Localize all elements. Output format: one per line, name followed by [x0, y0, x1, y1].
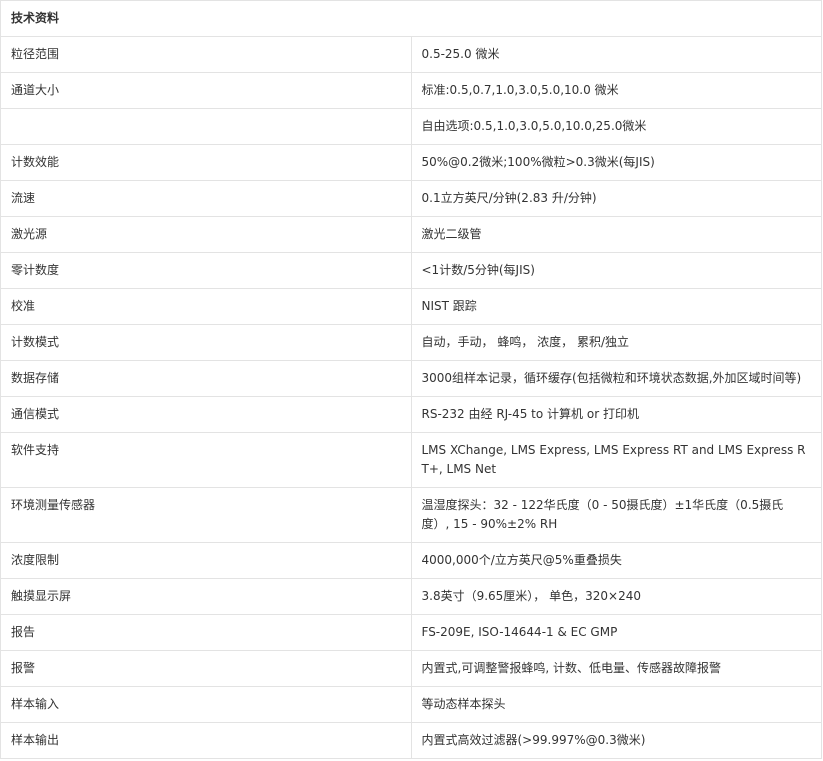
spec-label: 通信模式 [0, 396, 412, 433]
spec-table: 技术资料 粒径范围 0.5-25.0 微米 通道大小 标准:0.5,0.7,1.0,3… [0, 0, 822, 759]
table-row: 粒径范围 0.5-25.0 微米 [0, 36, 822, 73]
spec-value: RS-232 由经 RJ-45 to 计算机 or 打印机 [410, 396, 822, 433]
spec-label: 通道大小 [0, 72, 412, 109]
spec-value: 50%@0.2微米;100%微粒>0.3微米(每JIS) [410, 144, 822, 181]
spec-label: 环境测量传感器 [0, 487, 412, 543]
table-row: 触摸显示屏 3.8英寸（9.65厘米）， 单色，320×240 [0, 578, 822, 615]
spec-label: 流速 [0, 180, 412, 217]
table-row: 通信模式 RS-232 由经 RJ-45 to 计算机 or 打印机 [0, 396, 822, 433]
spec-value: 3.8英寸（9.65厘米）， 单色，320×240 [410, 578, 822, 615]
table-row: 浓度限制 4000,000个/立方英尺@5%重叠损失 [0, 542, 822, 579]
table-row: 计数效能 50%@0.2微米;100%微粒>0.3微米(每JIS) [0, 144, 822, 181]
spec-value: 3000组样本记录，循环缓存(包括微粒和环境状态数据,外加区域时间等) [410, 360, 822, 397]
table-row: 环境测量传感器 温湿度探头：32 - 122华氏度（0 - 50摄氏度）±1华氏度… [0, 487, 822, 543]
spec-value: 内置式,可调整警报蜂鸣, 计数、低电量、传感器故障报警 [410, 650, 822, 687]
spec-label: 数据存储 [0, 360, 412, 397]
spec-label: 软件支持 [0, 432, 412, 488]
spec-value: 4000,000个/立方英尺@5%重叠损失 [410, 542, 822, 579]
table-row: 样本输出 内置式高效过滤器(>99.997%@0.3微米) [0, 722, 822, 759]
table-row: 流速 0.1立方英尺/分钟(2.83 升/分钟) [0, 180, 822, 217]
spec-value: LMS XChange, LMS Express, LMS Express RT… [410, 432, 822, 488]
table-row: 样本输入 等动态样本探头 [0, 686, 822, 723]
table-row: 激光源 激光二级管 [0, 216, 822, 253]
spec-label: 零计数度 [0, 252, 412, 289]
spec-value: 0.1立方英尺/分钟(2.83 升/分钟) [410, 180, 822, 217]
table-row: 自由选项:0.5,1.0,3.0,5.0,10.0,25.0微米 [0, 108, 822, 145]
spec-value: 激光二级管 [410, 216, 822, 253]
spec-label [0, 108, 412, 145]
spec-value: 等动态样本探头 [410, 686, 822, 723]
spec-label: 报告 [0, 614, 412, 651]
spec-label: 激光源 [0, 216, 412, 253]
table-row: 软件支持 LMS XChange, LMS Express, LMS Expres… [0, 432, 822, 488]
spec-label: 样本输出 [0, 722, 412, 759]
table-row: 校准 NIST 跟踪 [0, 288, 822, 325]
spec-value: FS-209E, ISO-14644-1 & EC GMP [410, 614, 822, 651]
spec-label: 触摸显示屏 [0, 578, 412, 615]
table-row: 通道大小 标准:0.5,0.7,1.0,3.0,5.0,10.0 微米 [0, 72, 822, 109]
spec-label: 计数模式 [0, 324, 412, 361]
table-row: 报警 内置式,可调整警报蜂鸣, 计数、低电量、传感器故障报警 [0, 650, 822, 687]
spec-label: 样本输入 [0, 686, 412, 723]
spec-value: NIST 跟踪 [410, 288, 822, 325]
spec-value: 标准:0.5,0.7,1.0,3.0,5.0,10.0 微米 [410, 72, 822, 109]
spec-value: <1计数/5分钟(每JIS) [410, 252, 822, 289]
spec-value: 温湿度探头：32 - 122华氏度（0 - 50摄氏度）±1华氏度（0.5摄氏度… [410, 487, 822, 543]
spec-value: 0.5-25.0 微米 [410, 36, 822, 73]
table-row: 零计数度 <1计数/5分钟(每JIS) [0, 252, 822, 289]
spec-value: 内置式高效过滤器(>99.997%@0.3微米) [410, 722, 822, 759]
table-row: 计数模式 自动，手动， 蜂鸣， 浓度， 累积/独立 [0, 324, 822, 361]
spec-label: 报警 [0, 650, 412, 687]
spec-table-body: 技术资料 粒径范围 0.5-25.0 微米 通道大小 标准:0.5,0.7,1.0,3… [0, 0, 822, 759]
spec-label: 校准 [0, 288, 412, 325]
spec-label: 计数效能 [0, 144, 412, 181]
spec-value: 自动，手动， 蜂鸣， 浓度， 累积/独立 [410, 324, 822, 361]
table-row: 数据存储 3000组样本记录，循环缓存(包括微粒和环境状态数据,外加区域时间等) [0, 360, 822, 397]
spec-label: 粒径范围 [0, 36, 412, 73]
spec-value: 自由选项:0.5,1.0,3.0,5.0,10.0,25.0微米 [410, 108, 822, 145]
spec-label: 浓度限制 [0, 542, 412, 579]
section-title: 技术资料 [0, 0, 822, 37]
section-title-row: 技术资料 [0, 0, 822, 37]
table-row: 报告 FS-209E, ISO-14644-1 & EC GMP [0, 614, 822, 651]
